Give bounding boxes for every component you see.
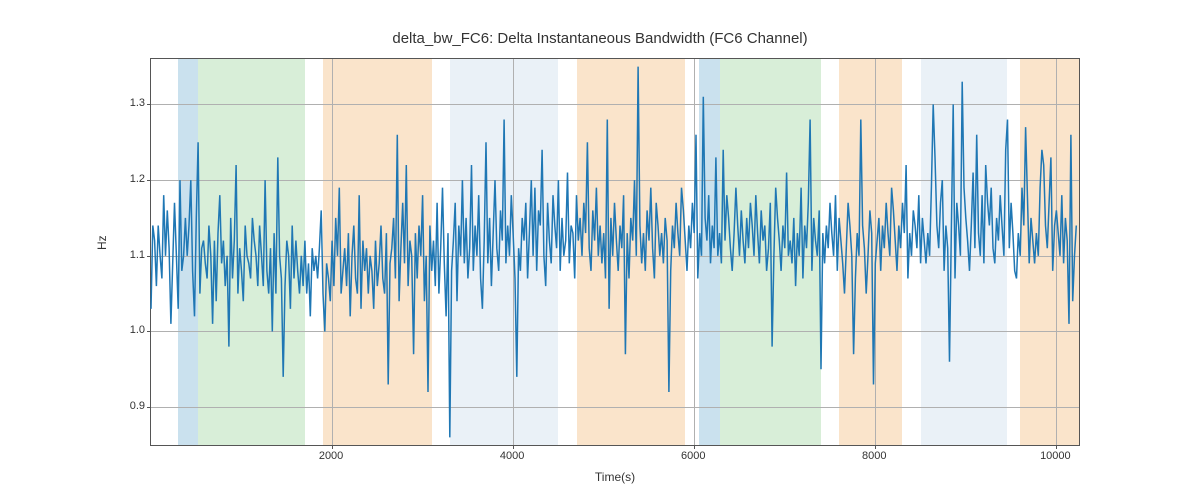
y-axis-label: Hz <box>95 235 109 250</box>
y-tick-label: 1.1 <box>130 249 145 261</box>
plot-area <box>150 58 1080 446</box>
x-tick-label: 2000 <box>319 450 343 462</box>
x-tick-label: 4000 <box>500 450 524 462</box>
x-tick-label: 6000 <box>681 450 705 462</box>
x-axis-label: Time(s) <box>150 470 1080 484</box>
y-tick-label: 1.2 <box>130 173 145 185</box>
x-tick-label: 8000 <box>862 450 886 462</box>
chart-title: delta_bw_FC6: Delta Instantaneous Bandwi… <box>0 30 1200 47</box>
y-tick-label: 1.0 <box>130 324 145 336</box>
data-line <box>151 59 1079 445</box>
x-tick-label: 10000 <box>1040 450 1071 462</box>
y-tick-label: 0.9 <box>130 400 145 412</box>
y-tick-label: 1.3 <box>130 97 145 109</box>
